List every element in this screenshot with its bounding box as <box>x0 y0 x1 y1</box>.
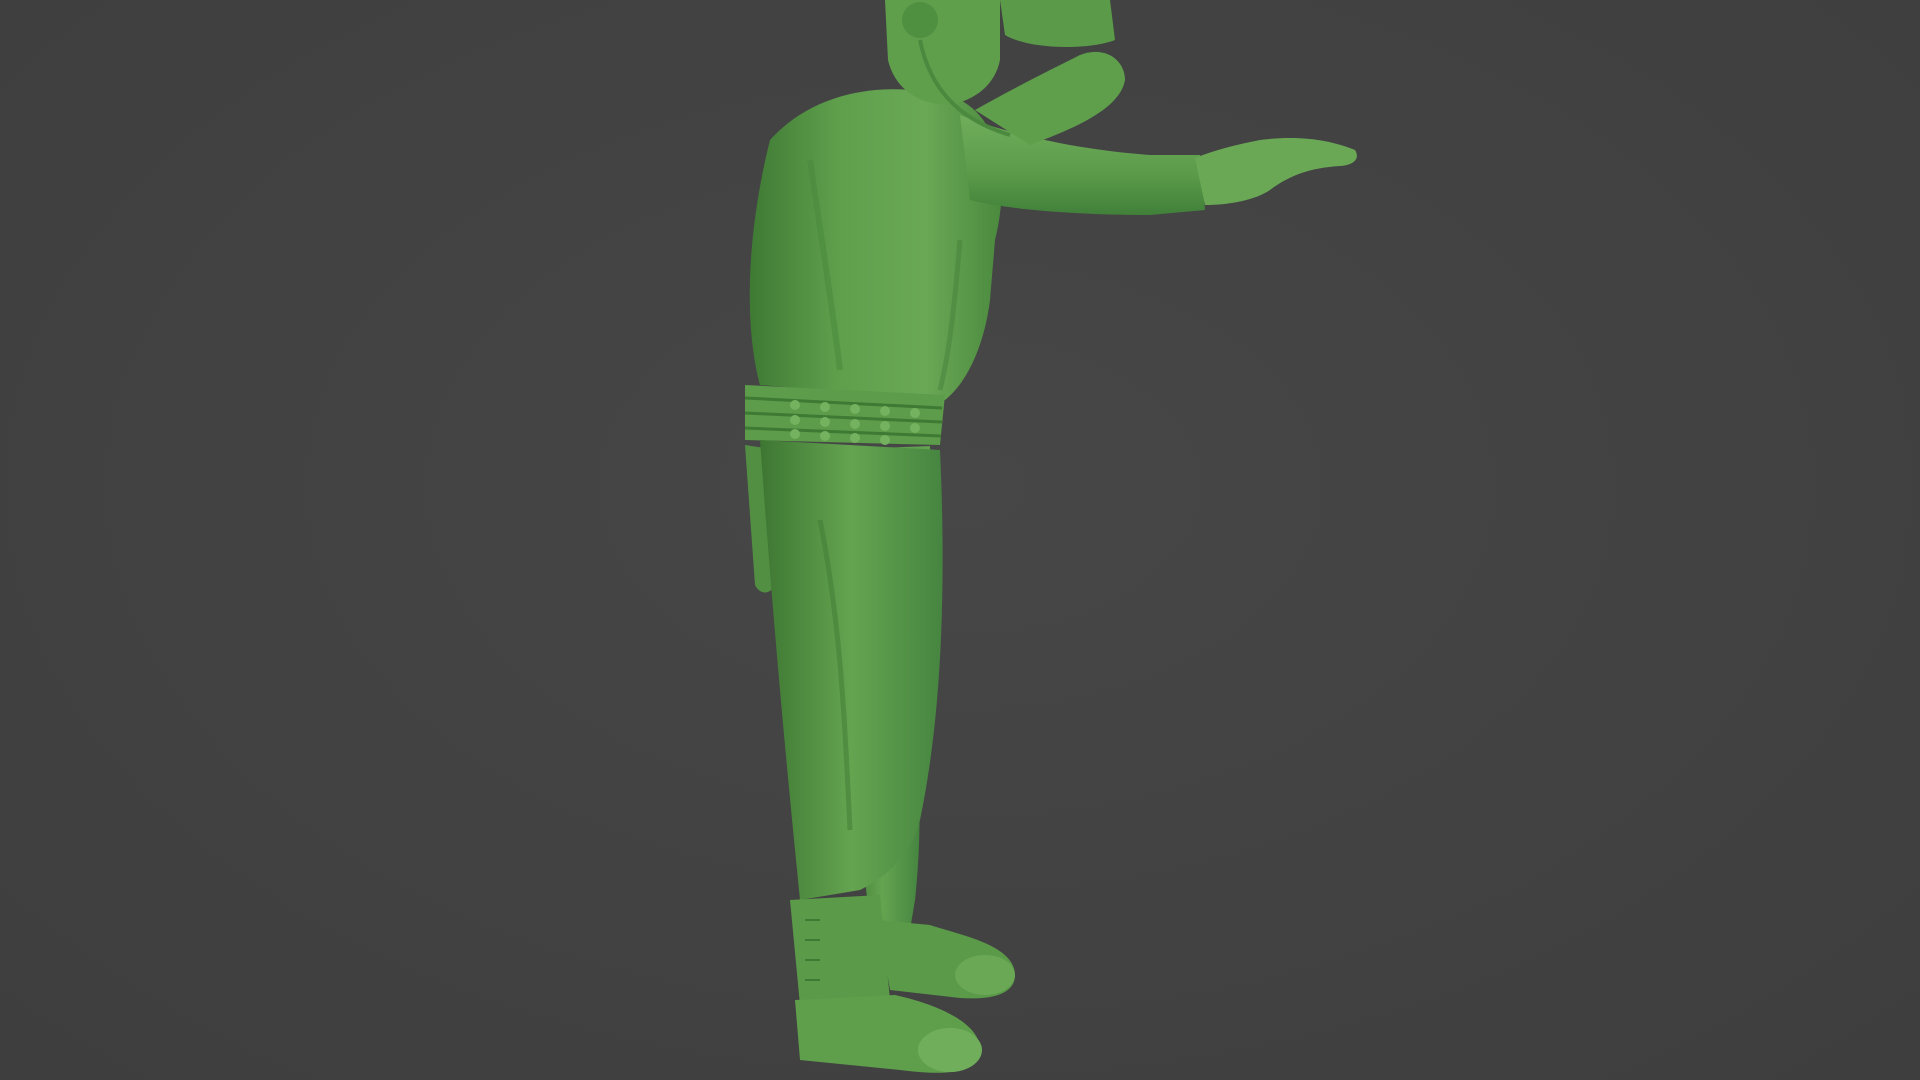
headset-icon <box>902 2 938 38</box>
pointing-hand-icon <box>1195 138 1357 205</box>
binoculars-icon <box>1000 0 1115 47</box>
belt <box>744 385 945 445</box>
render-viewport <box>0 0 1920 1080</box>
toy-soldier-figure <box>744 0 1357 1073</box>
